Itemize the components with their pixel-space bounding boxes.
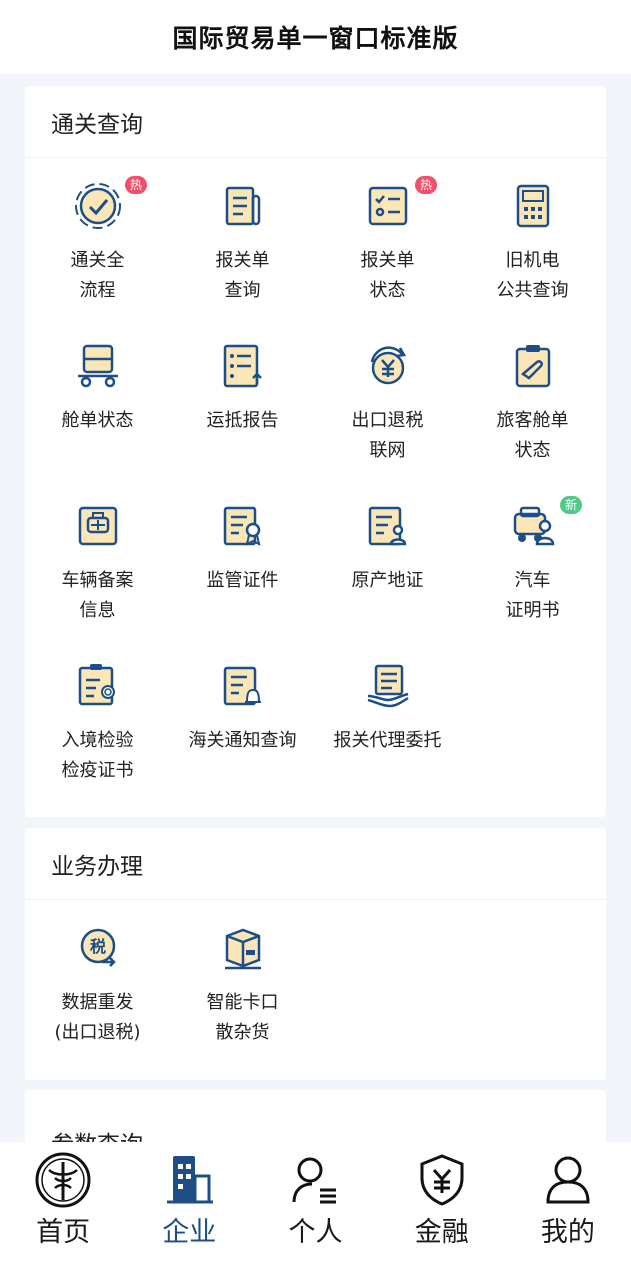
grid-item-label: 智能卡口 散杂货 xyxy=(206,992,279,1043)
hot-badge: 热 xyxy=(125,176,148,194)
section-header: 参数查询 xyxy=(25,1090,606,1143)
grid-item[interactable]: 旧机电 公共查询 xyxy=(460,160,605,320)
cargo-box-icon xyxy=(217,922,269,974)
tab-user[interactable]: 我的 xyxy=(505,1142,631,1280)
tab-shield-yuan[interactable]: 金融 xyxy=(379,1142,505,1280)
grid-item[interactable]: 新汽车 证明书 xyxy=(460,480,605,640)
section-header: 通关查询 xyxy=(25,86,606,158)
building-icon xyxy=(159,1150,219,1210)
grid-item-label: 通关全 流程 xyxy=(70,250,125,301)
grid-item[interactable]: 报关单 查询 xyxy=(170,160,315,320)
grid-item[interactable]: 热通关全 流程 xyxy=(25,160,170,320)
globe-check-icon xyxy=(72,180,124,232)
grid-item-label: 数据重发 (出口退税) xyxy=(54,992,141,1043)
tab-label: 我的 xyxy=(540,1217,595,1248)
grid-item-label: 监管证件 xyxy=(206,570,279,591)
grid-item[interactable]: 报关代理委托 xyxy=(315,640,460,800)
grid-item[interactable]: 舱单状态 xyxy=(25,320,170,480)
svg-text:税: 税 xyxy=(89,937,105,956)
grid-item[interactable]: 运抵报告 xyxy=(170,320,315,480)
section-title: 通关查询 xyxy=(51,111,143,138)
yuan-refresh-icon xyxy=(362,340,414,392)
cart-icon xyxy=(72,340,124,392)
grid-item[interactable]: 入境检验 检疫证书 xyxy=(25,640,170,800)
section-title: 业务办理 xyxy=(51,853,143,880)
notice-bell-icon xyxy=(217,660,269,712)
user-icon xyxy=(538,1150,598,1210)
grid-item[interactable]: 监管证件 xyxy=(170,480,315,640)
grid-item-label: 旧机电 公共查询 xyxy=(496,250,569,301)
grid-item[interactable]: 出口退税 联网 xyxy=(315,320,460,480)
shield-yuan-icon xyxy=(412,1150,472,1210)
certificate-icon xyxy=(217,500,269,552)
grid-item-label: 车辆备案 信息 xyxy=(61,570,134,621)
hot-badge: 热 xyxy=(415,176,438,194)
new-badge: 新 xyxy=(560,496,583,514)
certificate-person-icon xyxy=(362,500,414,552)
grid-item[interactable]: 原产地证 xyxy=(315,480,460,640)
inspection-cert-icon xyxy=(72,660,124,712)
person-list-icon xyxy=(286,1150,346,1210)
tab-customs-emblem[interactable]: 首页 xyxy=(0,1142,126,1280)
section-parameter-query: 参数查询 xyxy=(25,1090,606,1142)
car-person-icon xyxy=(507,500,559,552)
clipboard-plane-icon xyxy=(507,340,559,392)
grid-item-label: 出口退税 联网 xyxy=(351,410,424,461)
grid-item-label: 旅客舱单 状态 xyxy=(496,410,569,461)
grid-item-label: 汽车 证明书 xyxy=(505,570,560,621)
grid-item-label: 入境检验 检疫证书 xyxy=(61,730,134,781)
vehicle-badge-icon xyxy=(72,500,124,552)
section-header: 业务办理 xyxy=(25,828,606,900)
grid-item-label: 报关代理委托 xyxy=(333,730,442,751)
content-scroll-area[interactable]: 通关查询 热通关全 流程 报关单 查询热报关单 状态 旧机电 公共查询 舱单状态 运抵报… xyxy=(0,74,631,1142)
grid-item-label: 原产地证 xyxy=(351,570,424,591)
grid-item-label: 舱单状态 xyxy=(61,410,134,431)
top-bar: 国际贸易单一窗口标准版 xyxy=(0,0,631,74)
grid-item-label: 运抵报告 xyxy=(206,410,279,431)
grid-item[interactable]: 智能卡口 散杂货 xyxy=(170,902,315,1062)
grid-item-label: 报关单 状态 xyxy=(360,250,415,301)
bottom-tab-bar: 首页 企业 个人 金融 我的 xyxy=(0,1142,631,1280)
list-arrow-icon xyxy=(217,340,269,392)
calculator-icon xyxy=(507,180,559,232)
page-title: 国际贸易单一窗口标准版 xyxy=(172,24,459,53)
tab-building[interactable]: 企业 xyxy=(126,1142,252,1280)
tab-label: 企业 xyxy=(162,1217,217,1248)
tab-label: 金融 xyxy=(414,1217,469,1248)
grid-item[interactable]: 热报关单 状态 xyxy=(315,160,460,320)
grid-item-label: 海关通知查询 xyxy=(188,730,297,751)
tab-label: 首页 xyxy=(36,1217,91,1248)
grid-item[interactable]: 税数据重发 (出口退税) xyxy=(25,902,170,1062)
document-icon xyxy=(217,180,269,232)
checklist-icon xyxy=(362,180,414,232)
tab-person-list[interactable]: 个人 xyxy=(252,1142,378,1280)
grid-item[interactable]: 海关通知查询 xyxy=(170,640,315,800)
grid-item[interactable]: 车辆备案 信息 xyxy=(25,480,170,640)
hand-document-icon xyxy=(362,660,414,712)
tax-resend-icon: 税 xyxy=(72,922,124,974)
section-title: 参数查询 xyxy=(51,1125,143,1143)
customs-emblem-icon xyxy=(33,1150,93,1210)
grid-item-label: 报关单 查询 xyxy=(215,250,270,301)
section-business: 业务办理 税数据重发 (出口退税) 智能卡口 散杂货 xyxy=(25,828,606,1080)
section-customs-query: 通关查询 热通关全 流程 报关单 查询热报关单 状态 旧机电 公共查询 舱单状态 运抵报… xyxy=(25,86,606,817)
grid-item[interactable]: 旅客舱单 状态 xyxy=(460,320,605,480)
tab-label: 个人 xyxy=(288,1217,343,1248)
